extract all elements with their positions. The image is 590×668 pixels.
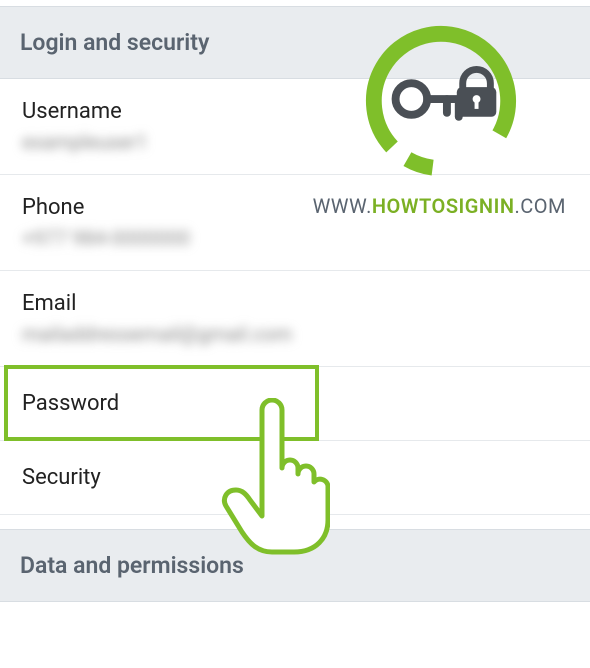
phone-value: +977 984-0000000 [22,226,568,250]
password-label: Password [22,391,568,416]
watermark-url-suffix: .COM [514,194,566,218]
row-username[interactable]: Username exampleuser1 [0,79,590,175]
email-label: Email [22,291,568,316]
row-security[interactable]: Security [0,441,590,515]
username-value: exampleuser1 [22,130,568,154]
section-header-data-permissions: Data and permissions [0,529,590,602]
section-header-login-security: Login and security [0,6,590,79]
username-label: Username [22,99,568,124]
security-label: Security [22,465,568,490]
row-phone[interactable]: Phone +977 984-0000000 [0,175,590,271]
section-title-data-permissions: Data and permissions [20,552,570,579]
row-email[interactable]: Email mailaddressemail@gmail.com [0,271,590,367]
section-title-login-security: Login and security [20,29,570,56]
watermark-url: WWW.HOWTOSIGNIN.COM [313,194,566,218]
row-password[interactable]: Password [0,367,590,441]
watermark-url-main: HOWTOSIGNIN [372,194,515,218]
email-value: mailaddressemail@gmail.com [22,322,568,346]
watermark-url-prefix: WWW. [313,194,372,218]
